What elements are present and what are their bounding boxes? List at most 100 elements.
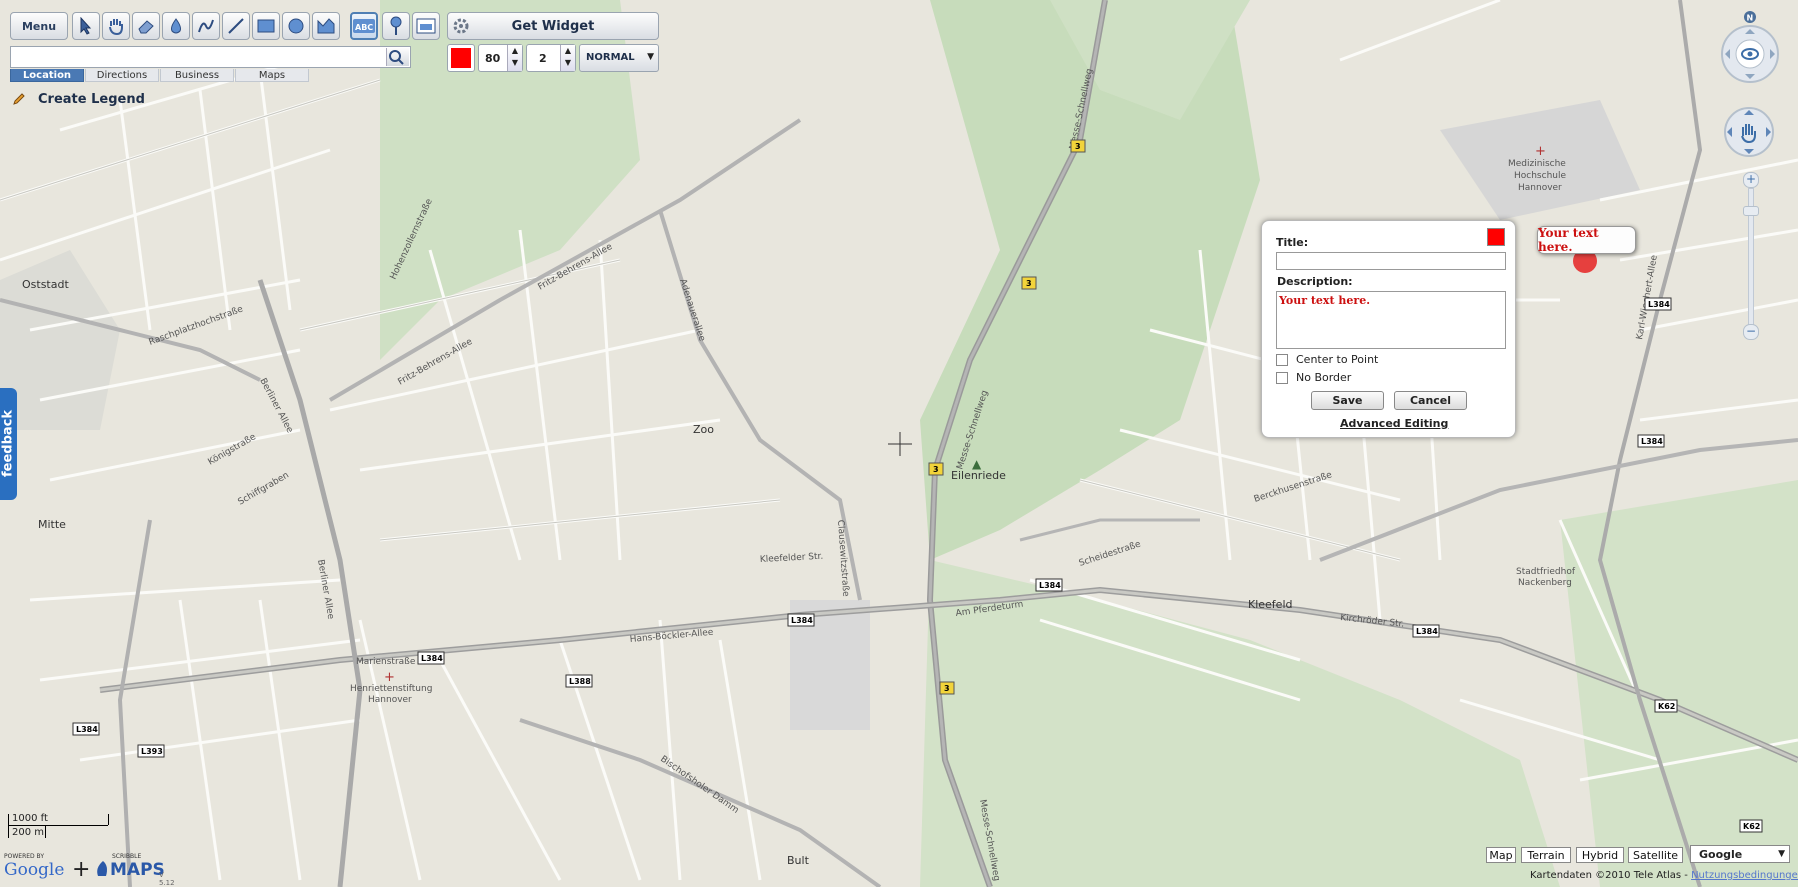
chevron-down-icon: ▼ (1778, 849, 1785, 859)
title-input[interactable] (1276, 252, 1506, 270)
map-type-terrain[interactable]: Terrain (1521, 847, 1571, 863)
search-input[interactable] (13, 48, 389, 66)
copyright-text: Kartendaten ©2010 Tele Atlas - (1530, 870, 1688, 881)
chevron-down-icon[interactable]: ▼ (508, 57, 522, 69)
map-label-hospital-2: Hochschule (1514, 171, 1566, 181)
map-label-zoo: Zoo (693, 423, 714, 436)
no-border-checkbox[interactable] (1276, 372, 1288, 384)
search-button[interactable] (386, 48, 409, 66)
hand-icon (109, 19, 123, 35)
zoom-in-button[interactable]: + (1743, 172, 1759, 188)
svg-text:L388: L388 (569, 677, 591, 686)
chevron-up-icon[interactable]: ▲ (561, 45, 575, 57)
circle-icon (288, 18, 304, 34)
description-textarea[interactable]: Your text here. (1276, 291, 1506, 349)
map-label-hannover: Hannover (368, 695, 412, 705)
polygon-icon (317, 18, 335, 34)
menu-label: Menu (21, 19, 57, 33)
fill-tool[interactable] (162, 12, 190, 40)
polygon-tool[interactable] (312, 12, 340, 40)
tab-directions[interactable]: Directions (85, 69, 159, 82)
chevron-up-icon[interactable]: ▲ (508, 45, 522, 57)
color-picker[interactable] (447, 44, 475, 72)
hospital-cross-icon: + (384, 670, 395, 685)
svg-text:3: 3 (944, 684, 950, 693)
provider-select[interactable]: Google ▼ (1690, 845, 1790, 863)
pan-control[interactable] (1722, 105, 1776, 159)
image-tool[interactable] (412, 12, 440, 40)
map-type-map[interactable]: Map (1486, 847, 1516, 863)
google-logo: Google (4, 860, 65, 880)
feedback-tab[interactable]: feedback (0, 388, 17, 500)
map-label-bult: Bult (787, 854, 810, 867)
opacity-spinner[interactable]: ▲ ▼ (507, 45, 522, 71)
map-type-satellite[interactable]: Satellite (1628, 847, 1683, 863)
tab-maps[interactable]: Maps (235, 69, 309, 82)
fill-icon (171, 18, 181, 34)
cancel-button[interactable]: Cancel (1394, 391, 1467, 410)
get-widget-button[interactable]: Get Widget (447, 12, 659, 40)
map-label-oststadt: Oststadt (22, 278, 69, 291)
get-widget-label: Get Widget (511, 18, 595, 34)
marker-text-bubble[interactable]: Your text here. (1537, 226, 1636, 254)
chevron-down-icon[interactable]: ▼ (561, 57, 575, 69)
pointer-tool[interactable] (72, 12, 100, 40)
svg-text:L384: L384 (1641, 437, 1663, 446)
map-label-hospital-1: Medizinische (1508, 159, 1566, 169)
map-canvas[interactable]: Oststadt Mitte Zoo Eilenriede Kleefeld B… (0, 0, 1798, 887)
zoom-control[interactable]: + − (1741, 172, 1759, 342)
rectangle-tool[interactable] (252, 12, 280, 40)
hand-tool[interactable] (102, 12, 130, 40)
width-value: 2 (539, 52, 547, 65)
map-label-cemetery-2: Nackenberg (1518, 578, 1572, 588)
search-icon (389, 50, 404, 65)
create-legend-label: Create Legend (38, 91, 145, 107)
tab-location[interactable]: Location (10, 69, 84, 82)
eraser-tool[interactable] (132, 12, 160, 40)
svg-text:3: 3 (1026, 279, 1032, 288)
freehand-icon (198, 19, 214, 33)
freehand-tool[interactable] (192, 12, 220, 40)
circle-tool[interactable] (282, 12, 310, 40)
scale-feet: 1000 ft (12, 813, 48, 824)
opacity-value: 80 (485, 52, 501, 65)
maps-logo: MAPS (110, 860, 165, 880)
svg-text:L384: L384 (1039, 581, 1061, 590)
search-box[interactable] (10, 46, 411, 68)
center-to-point-checkbox[interactable] (1276, 354, 1288, 366)
svg-text:K62: K62 (1743, 822, 1760, 831)
blend-mode-select[interactable]: NORMAL ▼ (579, 44, 659, 72)
map-label-henriettenstiftung: Henriettenstiftung (350, 684, 432, 694)
scale-meters: 200 m (12, 827, 45, 838)
map-label-kleefeld: Kleefeld (1248, 598, 1292, 611)
marker-tool[interactable] (382, 12, 410, 40)
no-border-label: No Border (1296, 371, 1352, 384)
branding: POWERED BY Google + SCRIBBLE MAPS V 5.12 (4, 853, 180, 887)
tab-business[interactable]: Business (160, 69, 234, 82)
eraser-icon (138, 20, 154, 34)
rectangle-icon (257, 19, 275, 33)
compass-control[interactable]: N (1712, 10, 1788, 86)
provider-value: Google (1699, 848, 1743, 861)
zoom-out-button[interactable]: − (1743, 324, 1759, 340)
version-label: V 5.12 (159, 871, 175, 887)
svg-text:3: 3 (933, 465, 939, 474)
map-label-mitte: Mitte (38, 518, 66, 531)
width-stepper[interactable]: 2 ▲ ▼ (526, 44, 576, 72)
width-spinner[interactable]: ▲ ▼ (560, 45, 575, 71)
create-legend-button[interactable]: Create Legend (12, 90, 145, 108)
opacity-stepper[interactable]: 80 ▲ ▼ (478, 44, 523, 72)
text-icon: ABC (353, 19, 375, 33)
pan-icon (1724, 107, 1774, 157)
menu-button[interactable]: Menu (10, 12, 68, 40)
map-type-hybrid[interactable]: Hybrid (1576, 847, 1624, 863)
line-tool[interactable] (222, 12, 250, 40)
text-tool[interactable]: ABC (350, 12, 378, 40)
popup-color-picker[interactable] (1487, 228, 1505, 246)
scale-bar: 1000 ft 200 m (8, 812, 112, 840)
save-button[interactable]: Save (1311, 391, 1384, 410)
advanced-editing-link[interactable]: Advanced Editing (1340, 417, 1448, 430)
blend-mode-value: NORMAL (586, 52, 635, 63)
terms-link[interactable]: Nutzungsbedingungen (1691, 870, 1798, 881)
zoom-slider-handle[interactable] (1743, 206, 1759, 216)
